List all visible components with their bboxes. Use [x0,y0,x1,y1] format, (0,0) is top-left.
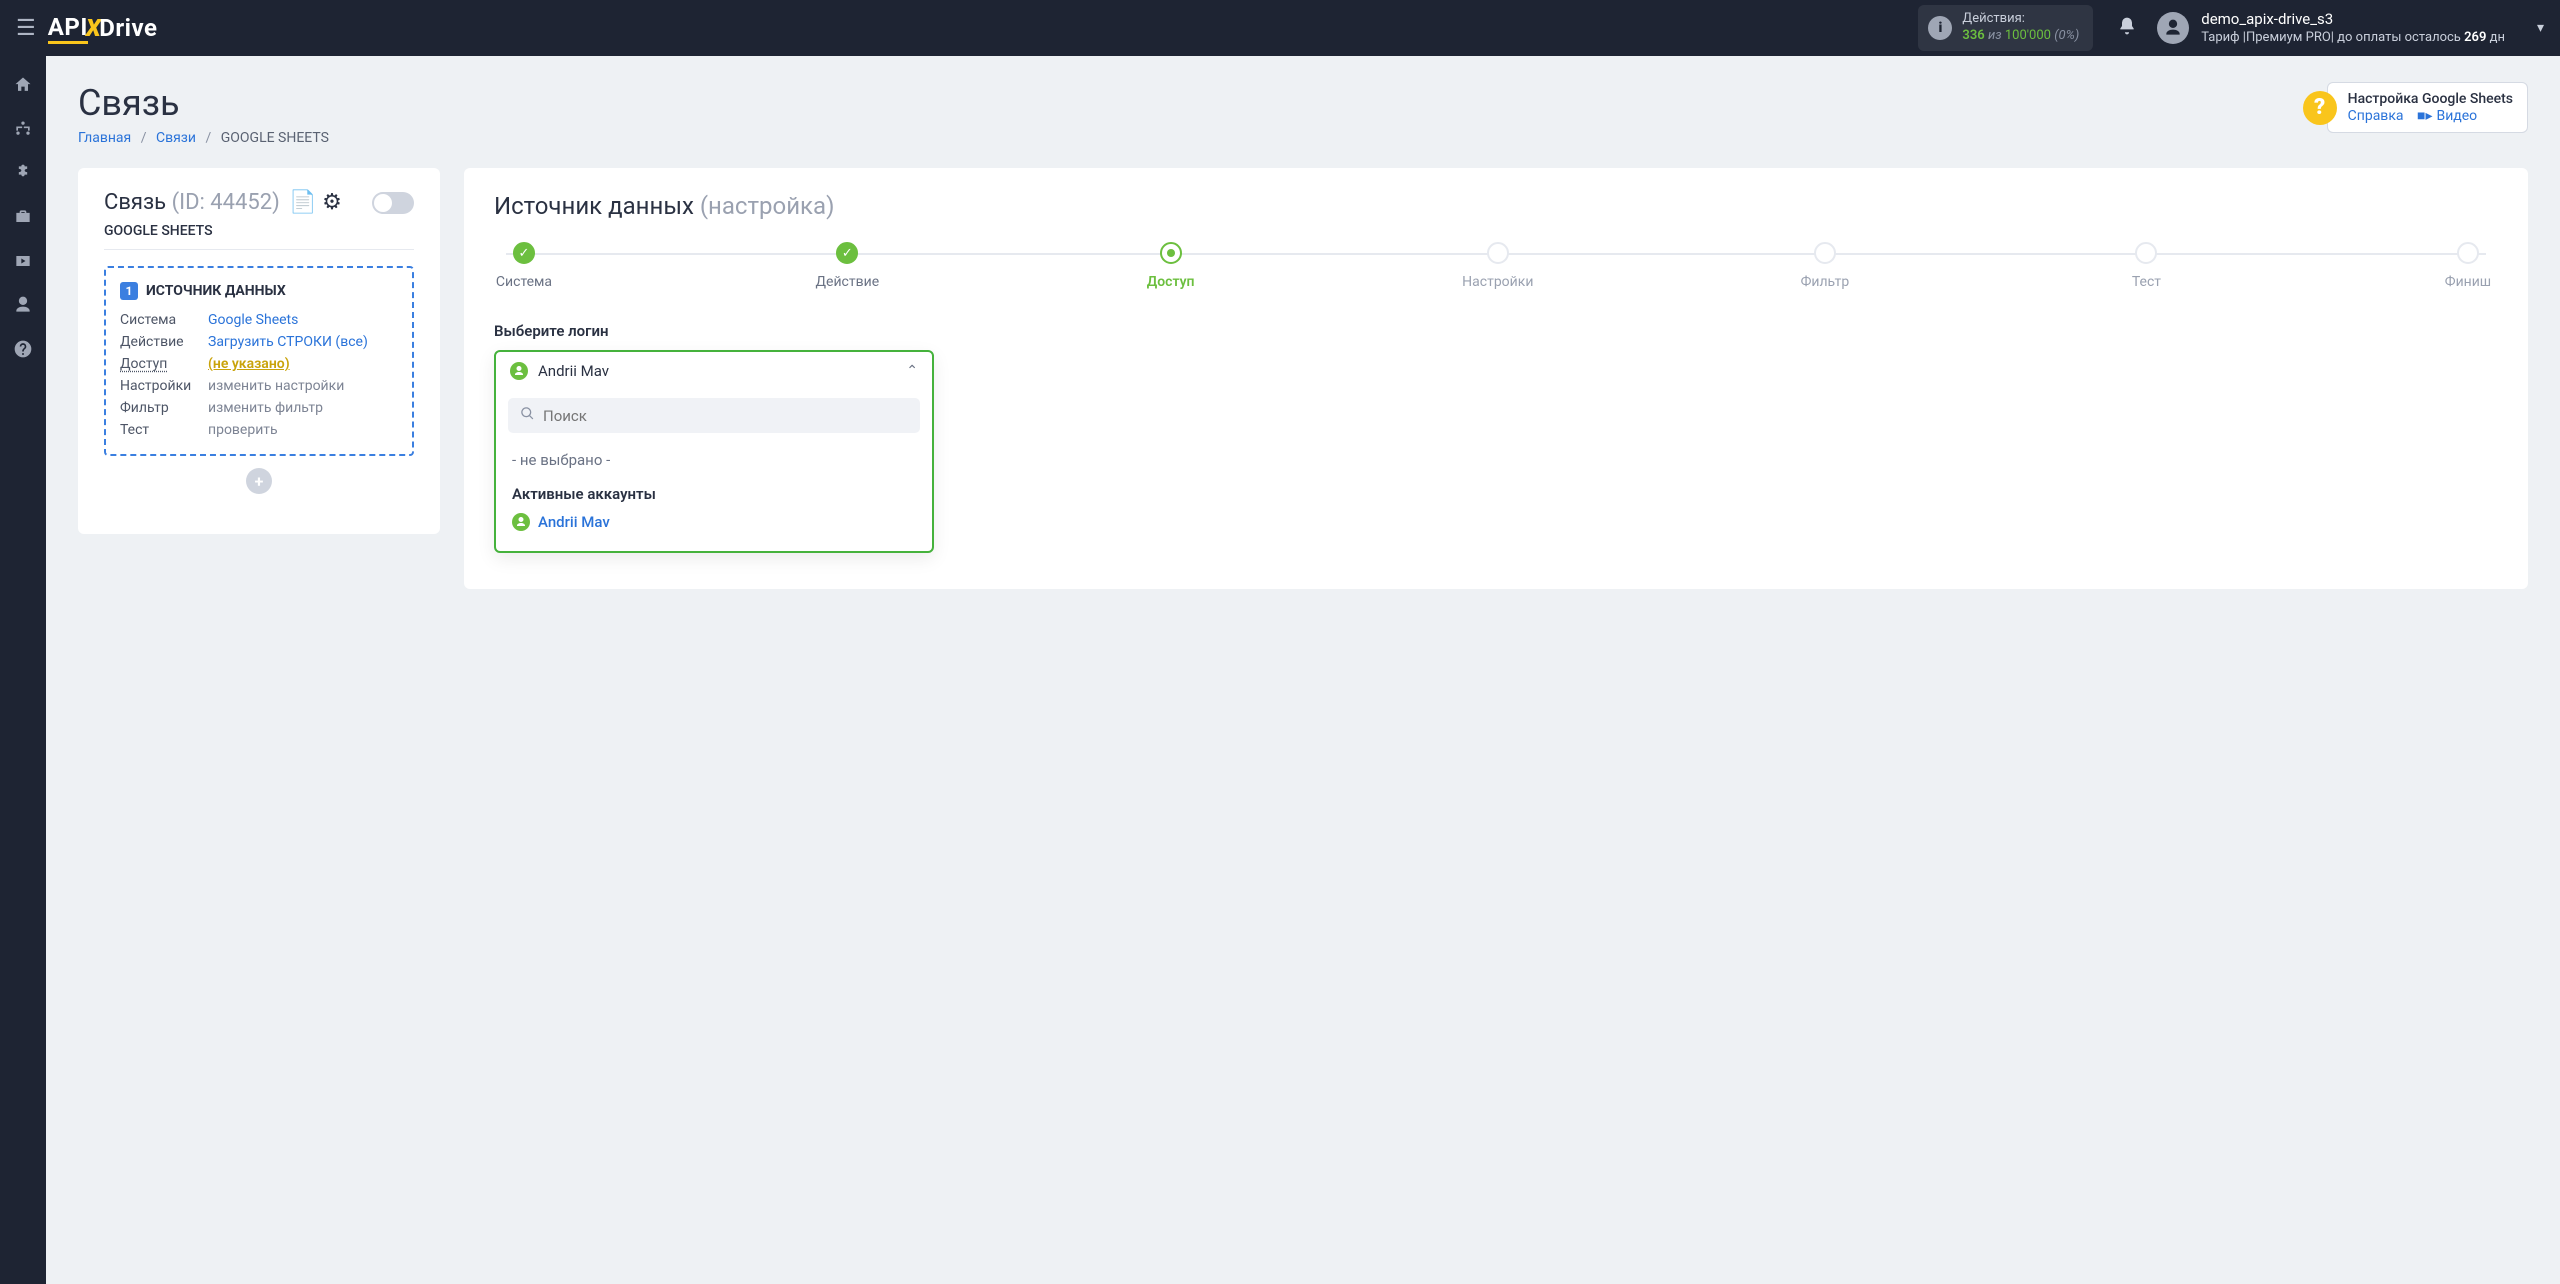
user-icon [512,513,530,531]
row-filter-v[interactable]: изменить фильтр [208,400,398,416]
actions-counter[interactable]: i Действия: 336 из 100'000 (0%) [1918,5,2093,51]
stepper: ✓Система ✓Действие Доступ Настройки Филь… [494,242,2498,290]
tariff-prefix: Тариф | [2201,30,2246,45]
crumb-home[interactable]: Главная [78,130,131,146]
actions-of: из [1988,28,2002,43]
actions-used: 336 [1962,28,1984,43]
help-doc-link[interactable]: Справка [2348,108,2404,124]
actions-pct: (0%) [2054,28,2079,43]
login-selected-name: Andrii Mav [538,362,896,380]
page-title: Связь [78,82,329,124]
billing-icon[interactable] [12,162,34,184]
briefcase-icon[interactable] [12,206,34,228]
chevron-down-icon: ▾ [2537,20,2544,36]
rc-title-sub: (настройка) [700,192,835,220]
conn-title: Связь [104,190,166,215]
help-video-link[interactable]: Видео [2436,108,2477,124]
step-system[interactable]: ✓Система [494,242,554,290]
row-test-k: Тест [120,422,208,438]
breadcrumb: Главная / Связи / GOOGLE SHEETS [78,130,329,146]
days-unit: дн [2490,30,2505,45]
step-test[interactable]: Тест [2116,242,2176,290]
actions-max: 100'000 [2005,28,2051,43]
home-icon[interactable] [12,74,34,96]
info-icon: i [1928,16,1952,40]
help-badge-icon[interactable]: ? [2303,91,2337,125]
login-group-label: Активные аккаунты [508,477,920,507]
account-icon[interactable] [12,294,34,316]
bell-icon[interactable] [2117,16,2137,41]
logo[interactable]: APIXDrive [48,13,158,44]
tariff-suffix: | до оплаты осталось [2331,30,2461,45]
step-settings[interactable]: Настройки [1462,242,1533,290]
row-action-v[interactable]: Загрузить СТРОКИ (все) [208,334,398,350]
row-system-k: Система [120,312,208,328]
help-title: Настройка Google Sheets [2348,91,2513,107]
row-access-v[interactable]: (не указано) [208,356,398,372]
main: Связь Главная / Связи / GOOGLE SHEETS ? … [46,56,2560,615]
rc-title: Источник данных [494,192,694,220]
user-menu[interactable]: demo_apix-drive_s3 Тариф |Премиум PRO| д… [2157,9,2544,47]
row-filter-k: Фильтр [120,400,208,416]
row-settings-v[interactable]: изменить настройки [208,378,398,394]
user-name: demo_apix-drive_s3 [2201,9,2505,29]
hamburger-icon[interactable]: ☰ [16,16,36,41]
topbar: ☰ APIXDrive i Действия: 336 из 100'000 (… [0,0,2560,56]
source-box: 1 ИСТОЧНИК ДАННЫХ Система Google Sheets … [104,266,414,456]
user-icon [510,362,528,380]
connections-icon[interactable] [12,118,34,140]
help-widget: ? Настройка Google Sheets Справка ■▸Виде… [2303,82,2528,133]
row-system-v[interactable]: Google Sheets [208,312,398,328]
sidebar [0,56,46,1284]
login-dropdown[interactable]: Andrii Mav ⌃ - не выбрано - Активные акк… [494,350,934,553]
tariff-name: Премиум PRO [2246,30,2331,45]
logo-text-post: Drive [99,14,157,42]
logo-text-pre: API [48,13,88,41]
conn-id: (ID: 44452) [172,190,280,215]
copy-icon[interactable]: 📄 [289,190,316,215]
search-icon [520,406,535,425]
gear-icon[interactable]: ⚙ [322,190,342,215]
add-destination-button[interactable]: + [246,468,272,494]
video-cam-icon: ■▸ [2417,108,2432,124]
enable-toggle[interactable] [372,192,414,214]
step-filter[interactable]: Фильтр [1795,242,1855,290]
actions-label: Действия: [1962,11,2079,28]
days-left: 269 [2464,30,2486,45]
step-finish[interactable]: Финиш [2438,242,2498,290]
login-field-label: Выберите логин [494,322,2498,340]
source-config-card: Источник данных (настройка) ✓Система ✓Де… [464,168,2528,589]
connection-card: Связь (ID: 44452) 📄 ⚙ GOOGLE SHEETS 1 ИС… [78,168,440,534]
login-search[interactable] [508,398,920,433]
login-search-input[interactable] [543,407,908,425]
row-access-k: Доступ [120,356,208,372]
login-option-account[interactable]: Andrii Mav [508,507,920,537]
login-account-name: Andrii Mav [538,513,610,531]
row-settings-k: Настройки [120,378,208,394]
help-icon[interactable] [12,338,34,360]
source-heading: ИСТОЧНИК ДАННЫХ [146,283,286,299]
source-badge: 1 [120,282,138,300]
crumb-current: GOOGLE SHEETS [221,130,329,146]
login-option-none[interactable]: - не выбрано - [508,443,920,477]
video-icon[interactable] [12,250,34,272]
avatar-icon [2157,12,2189,44]
step-action[interactable]: ✓Действие [816,242,880,290]
row-test-v[interactable]: проверить [208,422,398,438]
crumb-links[interactable]: Связи [156,130,196,146]
step-access[interactable]: Доступ [1141,242,1201,290]
conn-subtitle: GOOGLE SHEETS [104,223,414,250]
chevron-up-icon: ⌃ [906,363,918,379]
row-action-k: Действие [120,334,208,350]
login-selected[interactable]: Andrii Mav ⌃ [496,352,932,390]
